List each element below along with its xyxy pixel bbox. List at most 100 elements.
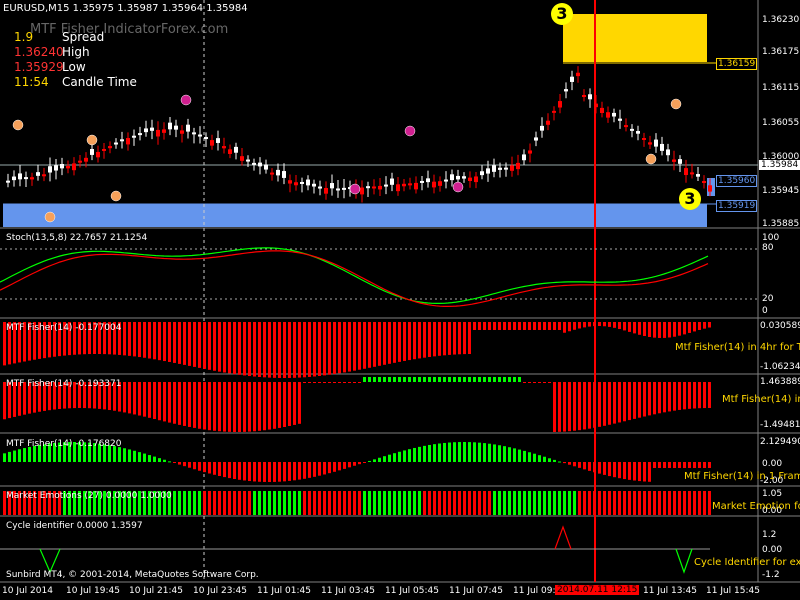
emotions-bar — [568, 491, 571, 515]
fisher2-bar — [368, 377, 371, 382]
emotions-bar — [668, 491, 671, 515]
fisher3-bar — [703, 462, 706, 468]
fisher3-bar — [708, 462, 711, 468]
candle-body — [36, 172, 40, 176]
candle-body — [432, 181, 436, 188]
fisher2-bar — [578, 382, 581, 431]
candle-body — [276, 169, 280, 176]
candle-body — [108, 146, 112, 149]
fisher2-bar — [453, 377, 456, 382]
fisher1-bar — [408, 322, 411, 361]
fisher1-bar — [633, 322, 636, 334]
emotions-bar — [423, 491, 426, 515]
fisher1-bar — [458, 322, 461, 355]
fisher2-bar — [538, 382, 541, 383]
fisher2-bar — [653, 382, 656, 415]
signal-dot — [670, 98, 682, 110]
fisher2-bar — [413, 377, 416, 382]
fisher1-bar — [248, 322, 251, 377]
emotions-bar — [588, 491, 591, 515]
price-tick: 1.36115 — [762, 83, 800, 93]
fisher3-bar — [533, 453, 536, 462]
fisher2-bar — [643, 382, 646, 417]
candle-body — [438, 181, 442, 186]
fisher1-bar — [173, 322, 176, 363]
fisher1-bar — [528, 322, 531, 330]
emotions-bar — [213, 491, 216, 515]
time-tick: 11 Jul 07:45 — [449, 586, 503, 596]
fisher3-bar — [373, 459, 376, 462]
signal-dot — [180, 94, 192, 106]
fisher1-bar — [638, 322, 641, 335]
fisher1-bar — [688, 322, 691, 333]
fisher1-bar — [348, 322, 351, 372]
fisher3-bar — [128, 449, 131, 462]
zone-top-tag: 1.36159 — [716, 58, 758, 70]
fisher3-bar — [223, 462, 226, 478]
emotions-bar — [363, 491, 366, 515]
fisher3-bar — [613, 462, 616, 478]
fisher2-bar — [378, 377, 381, 382]
candle-body — [216, 138, 220, 143]
current-price-tag: 1.35984 — [759, 160, 800, 170]
fisher3-bar — [543, 456, 546, 462]
price-tick: 1.36230 — [762, 15, 800, 25]
fisher1-bar — [158, 322, 161, 361]
candle-body — [246, 159, 250, 162]
candle-body — [342, 187, 346, 190]
fisher2-bar — [678, 382, 681, 410]
fisher1-bar — [283, 322, 286, 378]
fisher1-bar — [123, 322, 126, 356]
candle-body — [366, 186, 370, 189]
emotions-bar — [593, 491, 596, 515]
fisher1-bar — [483, 322, 486, 330]
fisher3-bar — [553, 459, 556, 462]
fisher3-bar — [648, 462, 651, 482]
emotions-bar — [518, 491, 521, 515]
candle-body — [426, 178, 430, 183]
fisher1-bar — [533, 322, 536, 330]
candle-body — [594, 103, 598, 108]
fisher3-bar — [178, 462, 181, 465]
emotions-bar — [383, 491, 386, 515]
fisher2-bar — [288, 382, 291, 426]
candle-body — [468, 177, 472, 181]
fisher1-bar — [648, 322, 651, 337]
fisher3-bar — [288, 462, 291, 481]
fisher1-bar — [653, 322, 656, 338]
fisher1-bar — [673, 322, 676, 337]
fisher3-bar — [388, 454, 391, 462]
fisher2-bar — [628, 382, 631, 421]
emotions-bar — [343, 491, 346, 515]
fisher3-bar — [623, 462, 626, 480]
symbol-title: EURUSD,M15 1.35975 1.35987 1.35964 1.359… — [3, 3, 248, 14]
price-tick: 1.36055 — [762, 118, 800, 128]
fisher2-bar — [198, 382, 201, 429]
fisher2-axis-bottom: -1.494819 — [760, 420, 800, 430]
emotions-bar — [373, 491, 376, 515]
emotions-bar — [583, 491, 586, 515]
candle-body — [540, 125, 544, 131]
fisher3-bar — [8, 451, 11, 462]
fisher1-bar — [213, 322, 216, 371]
fisher1-bar — [508, 322, 511, 330]
fisher3-bar — [18, 449, 21, 462]
fisher2-label: Mtf Fisher(14) in — [722, 394, 800, 405]
fisher2-bar — [318, 382, 321, 383]
time-tick: 11 Jul 01:45 — [257, 586, 311, 596]
emotions-bar — [233, 491, 236, 515]
emotions-bar — [498, 491, 501, 515]
trading-chart[interactable]: EURUSD,M15 1.35975 1.35987 1.35964 1.359… — [0, 0, 800, 600]
stoch-title: Stoch(13,5,8) 22.7657 21.1254 — [6, 233, 148, 243]
fisher3-bar — [283, 462, 286, 482]
candle-body — [162, 129, 166, 133]
fisher1-bar — [223, 322, 226, 373]
fisher2-bar — [338, 382, 341, 383]
fisher2-bar — [618, 382, 621, 423]
fisher3-bar — [418, 446, 421, 462]
fisher2-bar — [688, 382, 691, 409]
fisher2-bar — [448, 377, 451, 382]
emotions-bar — [358, 491, 361, 515]
candle-body — [222, 146, 226, 149]
candle-body — [528, 150, 532, 154]
